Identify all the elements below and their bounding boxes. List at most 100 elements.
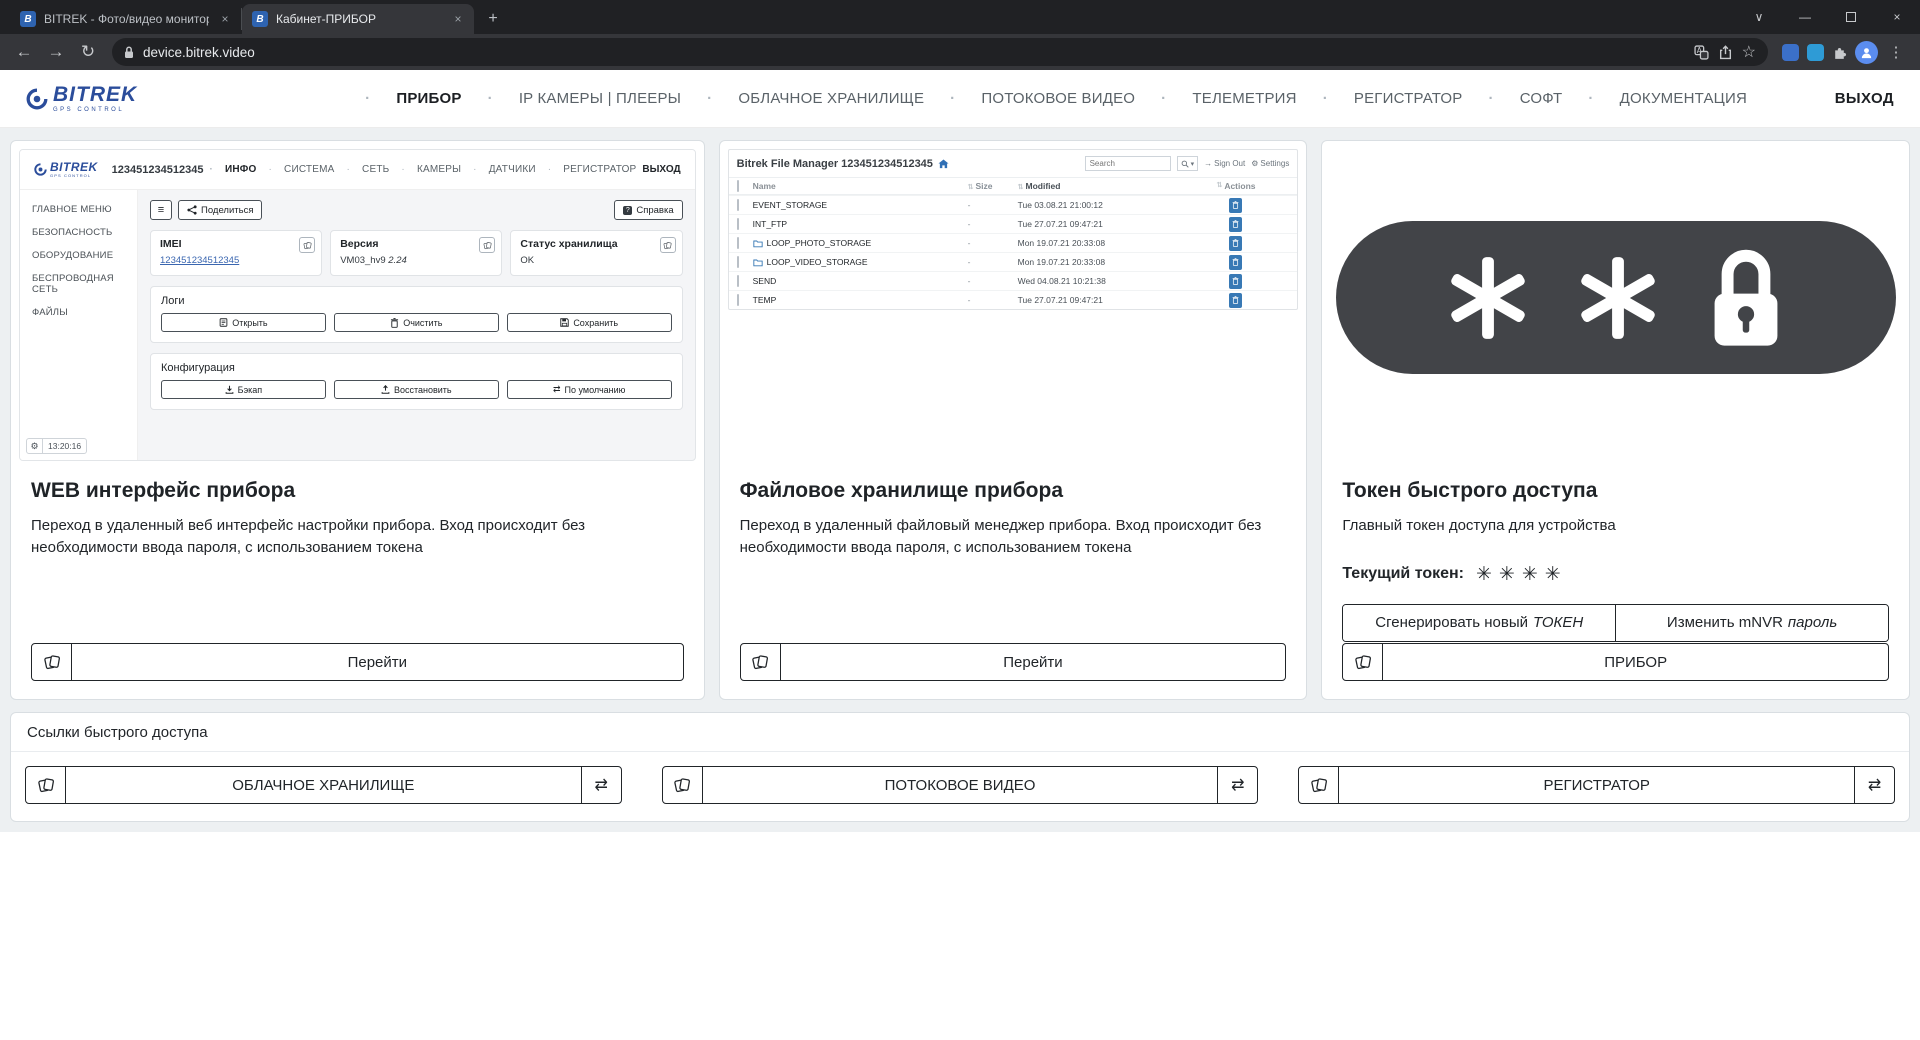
delete-action-button (1229, 198, 1242, 213)
card-access-token: Токен быстрого доступа Главный токен дос… (1321, 140, 1910, 700)
close-tab-icon[interactable]: × (217, 11, 233, 27)
translate-icon[interactable] (1694, 45, 1709, 60)
column-actions: ⇅Actions (1183, 181, 1290, 191)
quick-links-title: Ссылки быстрого доступа (11, 713, 1909, 752)
device-time: 13:20:16 (43, 441, 86, 451)
tab-title: Кабинет-ПРИБОР (276, 12, 442, 26)
url-text[interactable]: device.bitrek.video (143, 45, 1685, 60)
nav-item-soft[interactable]: СОФТ (1476, 90, 1576, 107)
back-icon[interactable]: ← (10, 38, 38, 66)
bitrek-swirl-icon (34, 163, 47, 176)
quick-link-streaming-video-button[interactable]: ПОТОКОВОЕ ВИДЕО ⇄ (662, 766, 1259, 804)
gear-icon: ⚙ (27, 439, 43, 453)
logs-save-button: Сохранить (507, 313, 672, 332)
delete-action-button (1229, 293, 1242, 308)
card-title-web-interface: WEB интерфейс прибора (31, 479, 684, 503)
nav-item-streaming-video[interactable]: ПОТОКОВОЕ ВИДЕО (937, 90, 1148, 107)
go-to-file-storage-button[interactable]: Перейти (740, 643, 1287, 681)
download-icon (225, 385, 234, 394)
swap-arrows-icon[interactable]: ⇄ (1854, 767, 1894, 803)
extension-icon[interactable] (1807, 44, 1824, 61)
column-size: ⇅Size (968, 181, 1018, 191)
delete-action-button (1229, 236, 1242, 251)
minimize-window-button[interactable]: — (1782, 0, 1828, 34)
nav-item-device[interactable]: ПРИБОР (352, 90, 474, 107)
delete-action-button (1229, 255, 1242, 270)
delete-action-button (1229, 217, 1242, 232)
asterisk-icon (1445, 255, 1531, 341)
maximize-window-button[interactable] (1828, 0, 1874, 34)
device-link-button[interactable]: ПРИБОР (1342, 643, 1889, 681)
extensions-puzzle-icon[interactable] (1832, 45, 1847, 60)
quick-link-cloud-storage-button[interactable]: ОБЛАЧНОЕ ХРАНИЛИЩЕ ⇄ (25, 766, 622, 804)
row-checkbox (737, 199, 739, 211)
nav-item-cloud-storage[interactable]: ОБЛАЧНОЕ ХРАНИЛИЩЕ (694, 90, 937, 107)
generate-token-button[interactable]: Сгенерировать новый ТОКЕН (1343, 605, 1615, 641)
device-panel-logo: BITREK GPS CONTROL (50, 161, 98, 178)
help-icon: ? (623, 206, 632, 215)
content-area: BITREK GPS CONTROL 123451234512345 ИНФО … (0, 128, 1920, 832)
go-to-web-interface-button[interactable]: Перейти (31, 643, 684, 681)
swap-arrows-icon[interactable]: ⇄ (1217, 767, 1257, 803)
reload-icon[interactable]: ↻ (74, 38, 102, 66)
menu-icon: ≡ (158, 204, 164, 216)
nav-item-registrator[interactable]: РЕГИСТРАТОР (1310, 90, 1476, 107)
file-row: EVENT_STORAGE - Tue 03.08.21 21:00:12 (729, 195, 1298, 214)
device-logout-link: ВЫХОД (642, 164, 680, 175)
forward-icon[interactable]: → (42, 38, 70, 66)
masked-token-graphic (1336, 221, 1896, 374)
config-restore-button: Восстановить (334, 380, 499, 399)
close-window-button[interactable]: × (1874, 0, 1920, 34)
sidebar-item-main-menu: ГЛАВНОЕ МЕНЮ (32, 204, 125, 215)
nav-item-documentation[interactable]: ДОКУМЕНТАЦИЯ (1575, 90, 1760, 107)
device-nav-cameras: КАМЕРЫ (395, 164, 467, 175)
change-mnvr-password-button[interactable]: Изменить mNVR пароль (1615, 605, 1888, 641)
row-checkbox (737, 237, 739, 249)
browser-tab-bitrek-monitoring[interactable]: B BITREK - Фото/видео мониторин × (10, 8, 242, 30)
token-actions-group: Сгенерировать новый ТОКЕН Изменить mNVR … (1342, 604, 1889, 642)
logs-panel: Логи Открыть Очистить Сохранить (150, 286, 683, 343)
column-modified: ⇅Modified (1018, 181, 1183, 191)
search-icon (1181, 160, 1189, 168)
current-token-label: Текущий токен: (1342, 565, 1464, 583)
file-table-header: Name ⇅Size ⇅Modified ⇅Actions (729, 177, 1298, 195)
logout-link[interactable]: ВЫХОД (1835, 90, 1894, 107)
config-panel: Конфигурация Бэкап Восстановить ⇄По умол… (150, 353, 683, 410)
config-backup-button: Бэкап (161, 380, 326, 399)
trash-icon (1232, 277, 1239, 285)
quick-link-registrator-button[interactable]: РЕГИСТРАТОР ⇄ (1298, 766, 1895, 804)
select-all-checkbox (737, 180, 739, 192)
bitrek-logo: BITREK GPS CONTROL (26, 84, 137, 113)
nav-item-ip-cameras[interactable]: IP КАМЕРЫ | ПЛЕЕРЫ (475, 90, 695, 107)
new-tab-button[interactable]: + (480, 6, 506, 32)
bookmark-star-icon[interactable]: ☆ (1742, 42, 1756, 62)
imei-card: IMEI 123451234512345 (150, 230, 322, 276)
tab-search-icon[interactable]: ∨ (1736, 0, 1782, 34)
row-checkbox (737, 294, 739, 306)
nav-item-telemetry[interactable]: ТЕЛЕМЕТРИЯ (1148, 90, 1310, 107)
gear-icon: ⚙ (1251, 159, 1258, 168)
file-row: INT_FTP - Tue 27.07.21 09:47:21 (729, 214, 1298, 233)
row-checkbox (737, 218, 739, 230)
click-icon (1343, 644, 1383, 680)
close-tab-icon[interactable]: × (450, 11, 466, 27)
row-checkbox (737, 275, 739, 287)
browser-menu-icon[interactable]: ⋮ (1886, 43, 1906, 61)
home-icon (938, 159, 949, 169)
share-icon[interactable] (1718, 45, 1733, 60)
device-web-ui-preview-image: BITREK GPS CONTROL 123451234512345 ИНФО … (19, 149, 696, 461)
bitrek-favicon: B (252, 11, 268, 27)
imei-link: 123451234512345 (160, 255, 312, 266)
bitrek-swirl-icon (26, 88, 48, 110)
upload-icon (381, 385, 390, 394)
swap-arrows-icon[interactable]: ⇄ (581, 767, 621, 803)
extension-icon[interactable] (1782, 44, 1799, 61)
folder-icon (753, 258, 763, 267)
device-time-widget: ⚙ 13:20:16 (26, 438, 87, 454)
copy-icon (479, 237, 495, 253)
card-description: Главный токен доступа для устройства (1342, 515, 1889, 537)
address-bar[interactable]: device.bitrek.video ☆ (112, 38, 1768, 66)
profile-avatar[interactable] (1855, 41, 1878, 64)
browser-tab-cabinet-device[interactable]: B Кабинет-ПРИБОР × (242, 4, 474, 34)
share-button: Поделиться (178, 200, 262, 220)
